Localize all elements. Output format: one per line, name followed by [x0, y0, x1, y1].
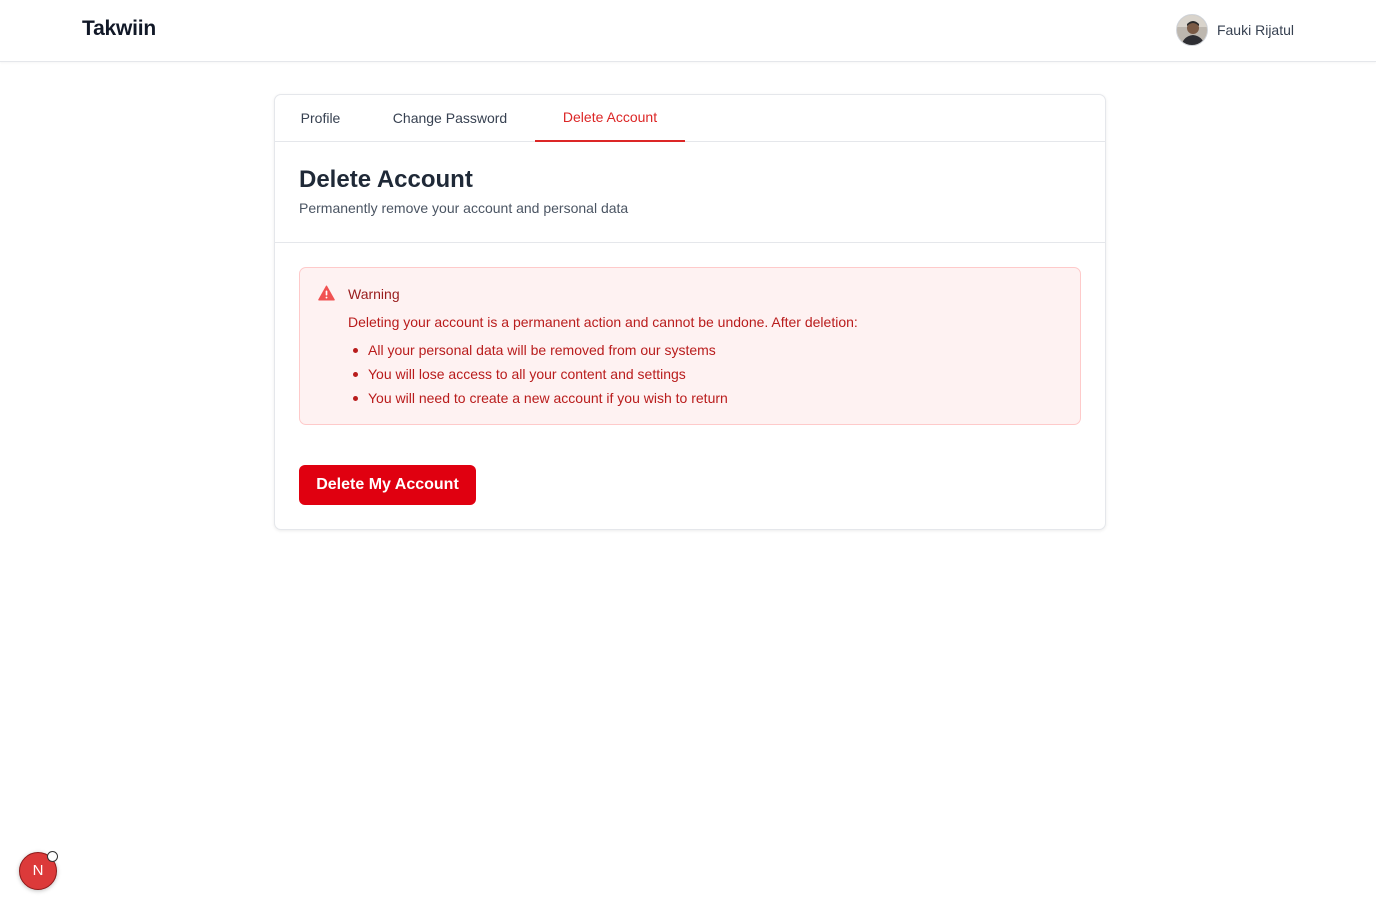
tab-profile[interactable]: Profile — [299, 95, 342, 142]
warning-list-item: You will need to create a new account if… — [352, 390, 728, 414]
user-menu[interactable]: Fauki Rijatul — [1175, 14, 1294, 46]
settings-tabs: Profile Change Password Delete Account — [275, 95, 1105, 142]
page-title: Delete Account — [299, 166, 473, 193]
tab-delete-account[interactable]: Delete Account — [535, 95, 685, 142]
warning-title: Warning — [348, 286, 400, 302]
brand-logo[interactable]: Takwiin — [82, 17, 156, 41]
section-header: Delete Account Permanently remove your a… — [275, 142, 1105, 243]
page-subtitle: Permanently remove your account and pers… — [299, 200, 629, 216]
user-name[interactable]: Fauki Rijatul — [1217, 22, 1294, 38]
devtools-status-dot-icon — [47, 851, 58, 862]
avatar-photo-icon — [1176, 15, 1207, 45]
nextjs-devtools-button[interactable]: N — [19, 851, 58, 890]
warning-alert: Warning Deleting your account is a perma… — [299, 267, 1081, 425]
warning-list-item: All your personal data will be removed f… — [352, 342, 728, 366]
settings-card: Profile Change Password Delete Account D… — [274, 94, 1106, 530]
delete-my-account-button[interactable]: Delete My Account — [299, 465, 476, 505]
warning-triangle-icon — [318, 285, 335, 301]
warning-text: Deleting your account is a permanent act… — [348, 314, 858, 330]
top-navbar: Takwiin Fauki Rijatul — [0, 0, 1376, 62]
tab-change-password[interactable]: Change Password — [389, 95, 511, 142]
user-avatar[interactable] — [1175, 14, 1208, 46]
warning-list-item: You will lose access to all your content… — [352, 366, 728, 390]
warning-list: All your personal data will be removed f… — [352, 342, 728, 414]
